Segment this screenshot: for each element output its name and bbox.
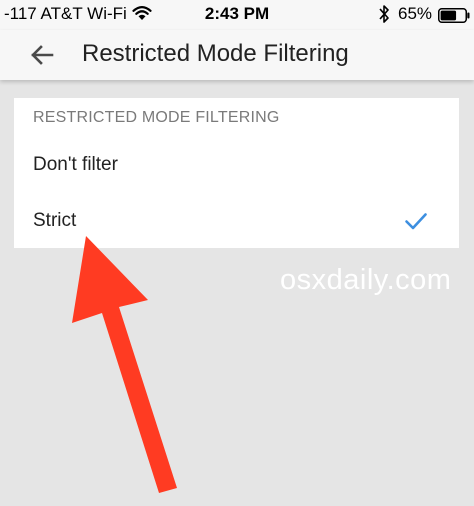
watermark-text: osxdaily.com: [280, 264, 452, 296]
option-label: Don't filter: [33, 154, 118, 175]
option-label: Strict: [33, 210, 77, 231]
arrow-back-icon[interactable]: [26, 39, 58, 71]
status-bar: -117 AT&T Wi-Fi 2:43 PM 65%: [0, 0, 474, 30]
bluetooth-icon: [379, 5, 389, 23]
battery-percentage: 65%: [398, 4, 433, 23]
section-header: RESTRICTED MODE FILTERING: [33, 109, 280, 126]
option-strict[interactable]: Strict: [14, 196, 459, 248]
option-dont-filter[interactable]: Don't filter: [14, 140, 459, 192]
battery-icon: [438, 8, 470, 23]
checkmark-icon: [405, 213, 427, 230]
filter-options-card: RESTRICTED MODE FILTERING Don't filter S…: [14, 98, 459, 248]
page-title: Restricted Mode Filtering: [82, 40, 349, 67]
app-bar: Restricted Mode Filtering: [0, 30, 474, 80]
